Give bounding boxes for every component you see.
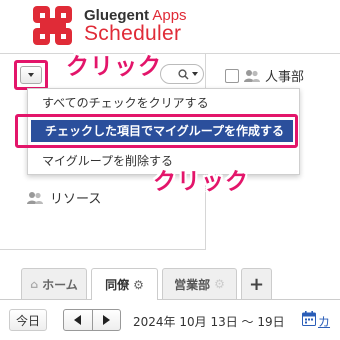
tab-label: 営業部 [174, 277, 211, 292]
click-annotation-1: クリック [66, 54, 162, 80]
group-row[interactable]: 人事部 [225, 66, 304, 85]
menu-item-clear-checks[interactable]: すべてのチェックをクリアする [42, 94, 209, 111]
today-button[interactable]: 今日 [9, 309, 47, 331]
arrow-left-icon [74, 315, 82, 325]
caret-down-icon [192, 72, 198, 76]
gear-icon[interactable]: ⚙ [214, 277, 225, 291]
calendar-icon[interactable] [302, 311, 316, 326]
header-divider [0, 53, 340, 54]
people-icon [243, 69, 261, 83]
tab-eigyo[interactable]: 営業部 ⚙ [162, 268, 237, 299]
resource-label: リソース [50, 192, 102, 207]
people-icon [26, 191, 44, 205]
tab-label: 同僚 [105, 278, 130, 292]
toggle-highlight-box [14, 60, 48, 90]
search-icon [178, 68, 189, 80]
tab-label: ホーム [42, 277, 78, 292]
date-range-text: 2024年 10月 13日 〜 19日 [133, 315, 285, 329]
tab-doryo[interactable]: 同僚 ⚙ [91, 268, 158, 300]
gluegent-logo [33, 6, 73, 46]
next-week-button[interactable] [91, 310, 120, 330]
resource-item[interactable]: リソース [26, 188, 101, 207]
prev-week-button[interactable] [64, 310, 92, 330]
tab-home[interactable]: ⌂ ホーム [21, 268, 87, 299]
add-tab-button[interactable]: + [241, 268, 272, 299]
left-panel-bottom-border [0, 249, 206, 250]
home-icon: ⌂ [30, 277, 39, 291]
calendar-link[interactable]: カ [318, 313, 330, 330]
group-checkbox[interactable] [225, 68, 239, 83]
search-input[interactable] [160, 64, 204, 84]
week-nav-group [63, 309, 121, 331]
menu-item-highlight-box [15, 114, 298, 148]
group-label: 人事部 [265, 70, 305, 85]
click-annotation-2: クリック [153, 169, 249, 195]
tabs-divider [0, 299, 340, 300]
product-name: Scheduler [84, 22, 182, 45]
plus-icon: + [248, 273, 265, 295]
gear-icon[interactable]: ⚙ [133, 278, 144, 292]
arrow-right-icon [102, 315, 110, 325]
